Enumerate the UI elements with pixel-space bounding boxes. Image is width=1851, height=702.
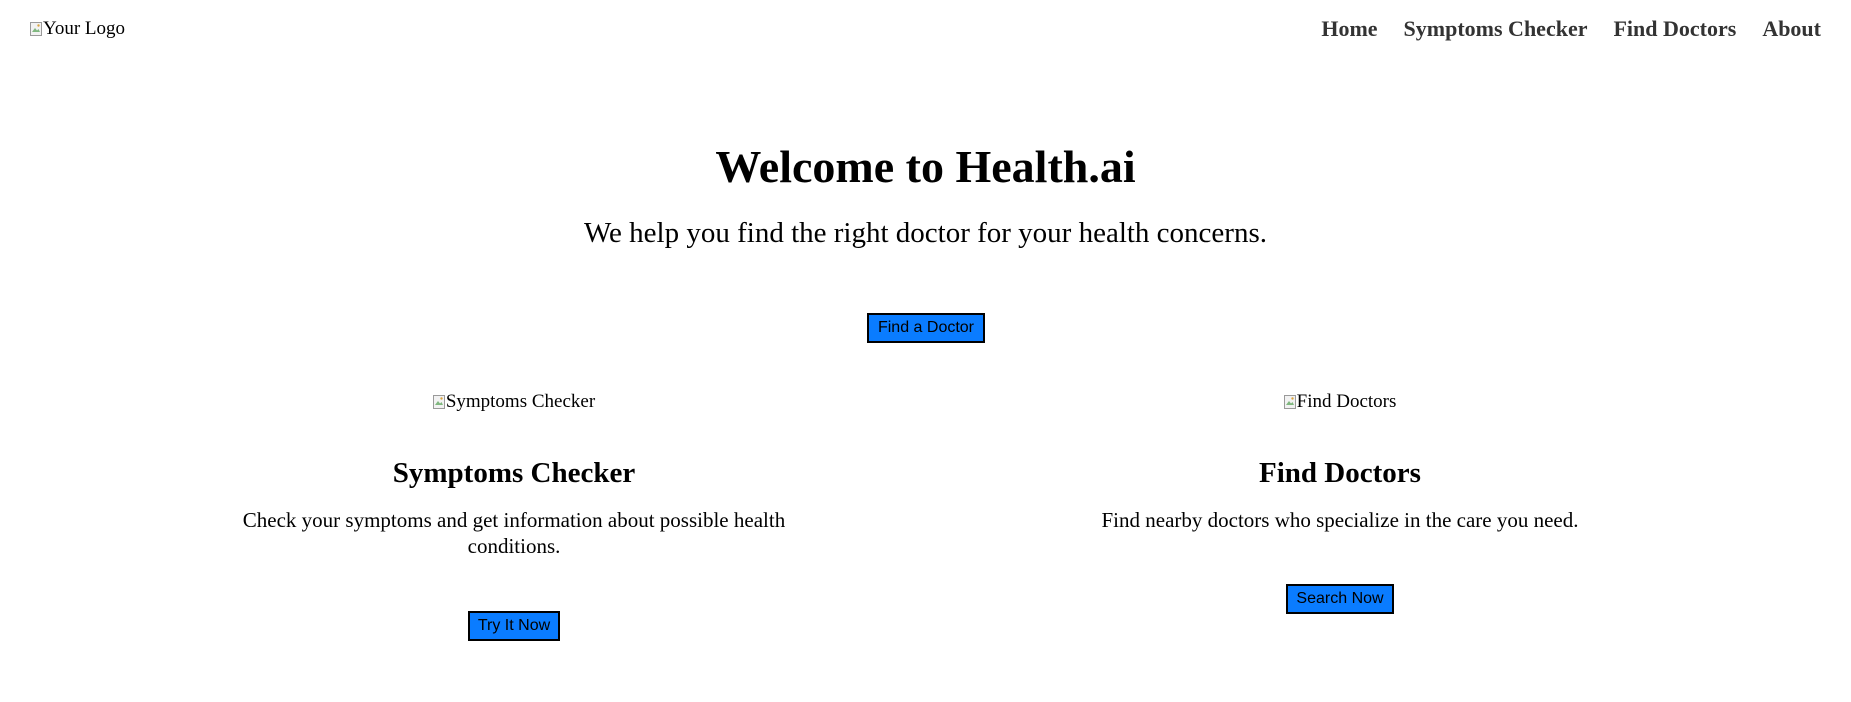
feature-image-alt: Find Doctors [1296,391,1397,412]
feature-image-alt: Symptoms Checker [445,391,596,412]
search-now-button[interactable]: Search Now [1286,584,1394,614]
nav-about[interactable]: About [1762,16,1821,42]
feature-description: Check your symptoms and get information … [242,508,786,558]
feature-title: Symptoms Checker [392,457,636,489]
nav-symptoms-checker[interactable]: Symptoms Checker [1404,16,1588,42]
main-nav: Home Symptoms Checker Find Doctors About [1321,16,1821,42]
feature-image: Find Doctors [1283,390,1397,414]
feature-find-doctors: Find Doctors Find Doctors Find nearby do… [1040,390,1640,614]
feature-symptoms-checker: Symptoms Checker Symptoms Checker Check … [214,390,814,641]
broken-image-icon [30,22,42,36]
hero-subtitle: We help you find the right doctor for yo… [584,217,1267,249]
broken-image-icon [432,395,445,409]
find-a-doctor-button[interactable]: Find a Doctor [867,313,985,343]
logo-alt-text: Your Logo [43,18,126,39]
broken-image-icon [1283,395,1296,409]
try-it-now-button[interactable]: Try It Now [467,611,561,641]
feature-title: Find Doctors [1259,457,1421,489]
logo[interactable]: Your Logo [30,18,125,40]
feature-description: Find nearby doctors who specialize in th… [1101,508,1579,532]
nav-find-doctors[interactable]: Find Doctors [1613,16,1736,42]
hero-section: Welcome to Health.ai We help you find th… [0,140,1851,250]
site-header: Your Logo Home Symptoms Checker Find Doc… [0,0,1851,60]
hero-title: Welcome to Health.ai [715,141,1136,192]
feature-image: Symptoms Checker [432,390,596,414]
nav-home[interactable]: Home [1321,16,1377,42]
